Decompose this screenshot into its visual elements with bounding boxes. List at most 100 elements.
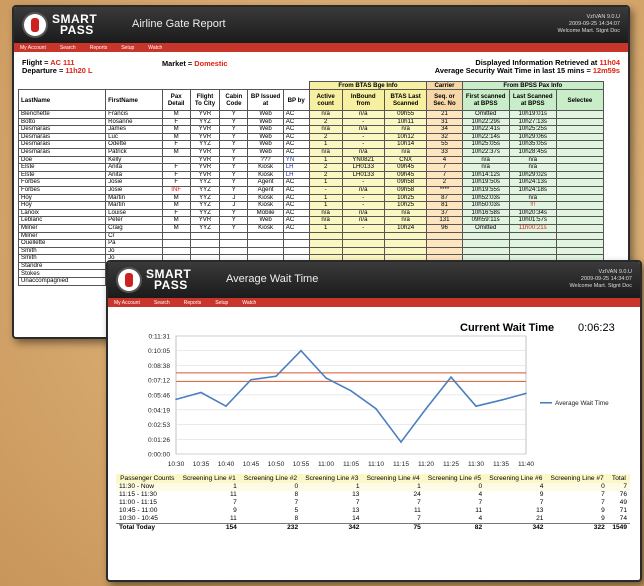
table-row[interactable]: Forbes Josie F YYZ Y Agent AC 1-09h58 2 10h19:50s… (17, 178, 605, 187)
menu-reports[interactable]: Reports (184, 300, 202, 306)
data-point (425, 407, 427, 410)
table-row[interactable]: Forbes Josie INF YYZ Y Agent AC - n/a 09h58 **** 10… (17, 185, 605, 195)
column-header[interactable]: Pax Detail (161, 89, 191, 111)
table-row[interactable]: 10:45 - 11:00 9 5 13 11 11 13 9 71 (116, 507, 630, 515)
table-cell: 154 (178, 523, 240, 533)
departure-value: 11h20 L (65, 66, 93, 75)
table-cell: Kiosk (247, 163, 284, 172)
column-header[interactable]: Seq. or Sec. No (426, 89, 463, 111)
user-line-2: 2009-09-25 14:34:07 (568, 21, 620, 27)
table-cell (555, 163, 605, 172)
table-row[interactable]: 11:30 - Now 1 0 1 1 0 4 0 7 (116, 483, 630, 492)
smartpass-logo[interactable]: SMART PASS (118, 267, 191, 293)
column-header[interactable]: First scanned at BPSS (461, 89, 510, 111)
table-cell: Desmarais (17, 147, 107, 157)
table-row[interactable]: Elste Anita F YVR Y Kiosk LH 2 LH0133 09h45 7 10h14… (17, 170, 605, 180)
table-cell: YN0821 (341, 155, 385, 165)
table-row[interactable]: 10:30 - 10:45 11 8 14 7 4 21 9 74 (116, 515, 630, 524)
user-line-3: Welcome Mart. Stgnt Doc (569, 283, 632, 289)
table-cell: AC (282, 117, 310, 127)
table-cell (341, 231, 385, 241)
column-header[interactable]: Screening Line #5 (423, 474, 486, 484)
table-row[interactable]: Elste Anita F YVR Y Kiosk LH 2 LH0133 09h45 7 n/a n/… (17, 163, 605, 172)
table-cell: 10:30 - 10:45 (119, 515, 158, 523)
column-header[interactable]: Screening Line #7 (546, 474, 608, 484)
column-header[interactable]: LastName (17, 89, 107, 111)
table-row[interactable]: Lanoix Louise F YYZ Y Mobile AC n/a n/a n/a 37 10h1… (17, 208, 605, 218)
data-point (300, 349, 302, 352)
wait-time-window: SMART PASS Average Wait Time VzIVAN 9.0.U… (106, 260, 642, 582)
column-header[interactable]: Passenger Counts (116, 474, 179, 484)
menu-search[interactable]: Search (154, 300, 170, 306)
column-header[interactable]: Active count (308, 89, 343, 111)
menu-setup[interactable]: Setup (121, 45, 134, 51)
smartpass-logo[interactable]: SMART PASS (24, 12, 97, 38)
column-header[interactable]: Screening Line #1 (178, 474, 240, 484)
table-row[interactable]: 11:00 - 11:15 7 7 7 7 7 7 7 49 (116, 499, 630, 507)
table-cell: 10h52:03s (461, 193, 510, 203)
table-row[interactable]: Botto Rosanne F YYZ Y Web AC 2-10h11 31 10h22:29s… (17, 117, 605, 127)
table-cell: AC (282, 140, 310, 149)
column-header[interactable]: Last Scanned at BPSS (508, 89, 557, 111)
table-row[interactable]: Milner Cr (17, 231, 605, 241)
column-header[interactable]: FirstName (105, 89, 163, 111)
table-cell: n/a (308, 147, 343, 157)
column-header[interactable]: InBound from (341, 89, 385, 111)
table-cell: Craig (105, 223, 163, 233)
table-cell: M (161, 201, 191, 210)
column-header[interactable]: BTAS Last Scanned (383, 89, 428, 111)
table-row[interactable]: Hoy Martin M YYZ J Kiosk AC 1-10h25 87 10h52:03s n… (17, 193, 605, 203)
column-header[interactable]: BP by (282, 89, 310, 111)
column-header[interactable]: Flight To City (189, 89, 221, 111)
table-cell (189, 231, 221, 241)
table-row[interactable]: Milner Craig M YYZ Y Kiosk AC 1-10h24 96 Omitted 1… (17, 223, 605, 233)
table-row[interactable]: Desmarais James M YVR Y Web AC n/a n/a n/a 34 10h22… (17, 125, 605, 134)
table-row[interactable]: Ouellette Pa (17, 239, 605, 248)
table-cell: 342 (301, 523, 363, 533)
table-cell: AC (282, 185, 310, 195)
table-cell: Y (219, 170, 249, 180)
table-row[interactable]: Hoy Martin M YYZ J Kiosk AC 1-10h25 81 10h50:03s!… (17, 201, 605, 210)
column-header[interactable]: Screening Line #6 (485, 474, 547, 484)
table-cell: 1 (308, 155, 343, 165)
table-cell: Odette (105, 140, 163, 149)
table-cell: Hoy (17, 193, 107, 203)
menu-setup[interactable]: Setup (215, 300, 228, 306)
column-header[interactable]: Screening Line #4 (362, 474, 424, 484)
menu-my-account[interactable]: My Account (114, 300, 140, 306)
x-tick-label: 10:30 (168, 461, 185, 468)
column-header[interactable]: BP Issued at (247, 89, 284, 111)
table-row[interactable]: Leblanc Peter M YVR Y Web AC n/a n/a n/a 131 09h59:… (17, 216, 605, 225)
table-cell: 2 (308, 132, 343, 142)
menu-watch[interactable]: Watch (148, 45, 162, 51)
table-row[interactable]: 11:15 - 11:30 11 8 13 24 4 9 7 76 (116, 491, 630, 499)
table-row[interactable]: Desmarais Odette F YYZ Y Web AC 1-10h14 55 10h25:… (17, 140, 605, 149)
y-tick-label: 0:05:46 (148, 392, 170, 399)
column-header[interactable]: Total (607, 474, 630, 484)
menu-my-account[interactable]: My Account (20, 45, 46, 51)
table-row[interactable]: Desmarais Luc M YVR Y Web AC 2-10h12 32 10h22:14s… (17, 132, 605, 142)
table-row[interactable]: Blenchette Francis M YVR Y Web AC n/a n/a 09h55 21… (17, 110, 605, 119)
table-cell: Web (247, 110, 284, 119)
column-header[interactable]: Cabin Code (219, 89, 249, 111)
column-header[interactable]: Screening Line #2 (239, 474, 302, 484)
menu-reports[interactable]: Reports (90, 45, 108, 51)
table-row[interactable]: Doe Kelly YVR Y??? YN 1 YN0821 CNX 4 n/a n/a (17, 155, 605, 165)
table-cell: 10h24 (383, 223, 428, 233)
x-tick-label: 11:40 (518, 461, 534, 468)
column-header[interactable]: Selectee (555, 89, 605, 111)
table-cell: 10h16:58s (461, 208, 510, 218)
market-value: Domestic (194, 59, 228, 68)
menu-watch[interactable]: Watch (242, 300, 256, 306)
table-cell: Forbes (17, 185, 107, 195)
column-header[interactable]: Screening Line #3 (301, 474, 363, 484)
table-cell: Elste (17, 170, 107, 180)
table-cell: 37 (426, 208, 463, 218)
logo-text-2: PASS (60, 23, 94, 37)
menu-search[interactable]: Search (60, 45, 76, 51)
table-cell: Y (219, 140, 249, 149)
flight-info: Flight = AC 111 Departure = 11h20 L (22, 59, 92, 75)
table-row[interactable]: Desmarais Patrick M YVR Y Web AC n/a n/a n/a 33 10h… (17, 147, 605, 157)
table-row[interactable]: Smith Jo (17, 246, 605, 256)
table-cell (555, 216, 605, 225)
